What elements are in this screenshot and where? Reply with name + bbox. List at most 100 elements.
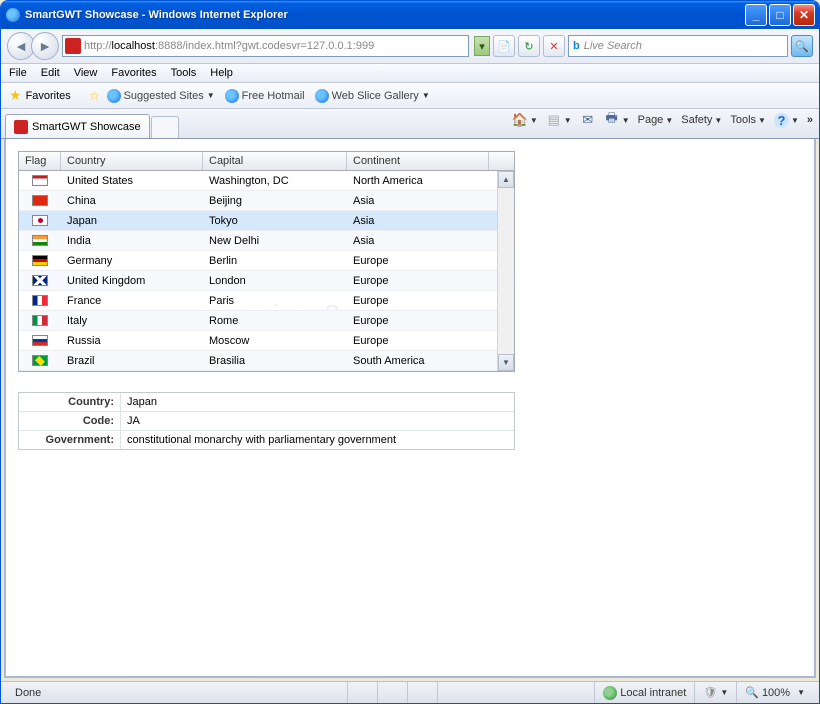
cell-flag: [19, 293, 61, 309]
status-spacer: [437, 682, 594, 703]
cell-country: Russia: [61, 333, 203, 349]
feeds-button[interactable]: ▤▼: [546, 112, 572, 128]
scroll-up-button[interactable]: ▲: [498, 171, 514, 188]
mail-icon: ✉: [580, 112, 596, 128]
help-button[interactable]: ?▼: [774, 113, 799, 128]
flag-icon: [32, 355, 48, 366]
cell-capital: Rome: [203, 313, 347, 329]
col-country[interactable]: Country: [61, 152, 203, 170]
tabs-row: SmartGWT Showcase 🏠▼ ▤▼ ✉ 🖶▼ Page▼ Safet…: [1, 109, 819, 139]
detail-row-country: Country: Japan: [19, 393, 514, 412]
system-buttons: _ □ ✕: [745, 4, 815, 26]
maximize-button[interactable]: □: [769, 4, 791, 26]
table-row[interactable]: ItalyRomeEurope: [19, 311, 514, 331]
cell-continent: Asia: [347, 233, 489, 249]
menu-favorites[interactable]: Favorites: [111, 67, 156, 79]
help-icon: ?: [774, 113, 789, 128]
menu-view[interactable]: View: [74, 67, 98, 79]
minimize-button[interactable]: _: [745, 4, 767, 26]
cell-capital: Moscow: [203, 333, 347, 349]
cell-country: Japan: [61, 213, 203, 229]
flag-icon: [32, 335, 48, 346]
address-dropdown[interactable]: ▾: [474, 36, 490, 56]
cell-capital: Paris: [203, 293, 347, 309]
shield-icon: 🛡: [703, 686, 717, 699]
table-row[interactable]: RussiaMoscowEurope: [19, 331, 514, 351]
col-capital[interactable]: Capital: [203, 152, 347, 170]
cell-flag: [19, 173, 61, 189]
menu-tools[interactable]: Tools: [171, 67, 197, 79]
cell-capital: Tokyo: [203, 213, 347, 229]
print-button[interactable]: 🖶▼: [604, 112, 630, 128]
favorites-label[interactable]: Favorites: [26, 90, 71, 102]
detail-row-code: Code: JA: [19, 412, 514, 431]
table-row[interactable]: BrazilBrasiliaSouth America: [19, 351, 514, 371]
stop-button[interactable]: ✕: [543, 35, 565, 57]
close-button[interactable]: ✕: [793, 4, 815, 26]
tools-menu[interactable]: Tools▼: [730, 114, 766, 126]
titlebar: SmartGWT Showcase - Windows Internet Exp…: [1, 1, 819, 29]
search-box[interactable]: b Live Search: [568, 35, 788, 57]
cell-continent: Asia: [347, 213, 489, 229]
menu-help[interactable]: Help: [210, 67, 233, 79]
scroll-down-button[interactable]: ▼: [498, 354, 514, 371]
cell-continent: Europe: [347, 273, 489, 289]
favorites-bar: ★ Favorites ☆ Suggested Sites▼ Free Hotm…: [1, 83, 819, 109]
table-row[interactable]: United KingdomLondonEurope: [19, 271, 514, 291]
refresh-button[interactable]: ↻: [518, 35, 540, 57]
cell-flag: [19, 333, 61, 349]
table-row[interactable]: United StatesWashington, DCNorth America: [19, 171, 514, 191]
cell-continent: South America: [347, 353, 489, 369]
bing-icon: b: [573, 40, 580, 52]
cell-country: Germany: [61, 253, 203, 269]
tab-smartgwt[interactable]: SmartGWT Showcase: [5, 114, 150, 138]
detail-label-code: Code:: [19, 412, 121, 430]
cell-flag: [19, 313, 61, 329]
forward-button[interactable]: ►: [31, 32, 59, 60]
readmail-button[interactable]: ✉: [580, 112, 596, 128]
site-favicon: [65, 38, 81, 54]
table-row[interactable]: JapanTokyoAsia: [19, 211, 514, 231]
tab-favicon: [14, 120, 28, 134]
zone-icon: [603, 686, 617, 700]
free-hotmail-link[interactable]: Free Hotmail: [222, 88, 308, 104]
menu-edit[interactable]: Edit: [41, 67, 60, 79]
cell-flag: [19, 233, 61, 249]
compat-view-button[interactable]: 📄: [493, 35, 515, 57]
vertical-scrollbar[interactable]: ▲ ▼: [497, 171, 514, 371]
table-row[interactable]: GermanyBerlinEurope: [19, 251, 514, 271]
home-button[interactable]: 🏠▼: [512, 112, 538, 128]
status-text: Done: [7, 682, 347, 703]
cell-capital: Berlin: [203, 253, 347, 269]
cell-country: Italy: [61, 313, 203, 329]
status-seg-empty1: [347, 682, 377, 703]
table-row[interactable]: IndiaNew DelhiAsia: [19, 231, 514, 251]
zoom-control[interactable]: 🔍100%▼: [736, 682, 813, 703]
ie-icon: [315, 89, 329, 103]
menu-file[interactable]: File: [9, 67, 27, 79]
detail-label-country: Country:: [19, 393, 121, 411]
col-flag[interactable]: Flag: [19, 152, 61, 170]
page-menu[interactable]: Page▼: [638, 114, 674, 126]
add-fav-icon[interactable]: ☆: [89, 89, 100, 103]
search-go-button[interactable]: 🔍: [791, 35, 813, 57]
web-slice-link[interactable]: Web Slice Gallery▼: [312, 88, 433, 104]
col-continent[interactable]: Continent: [347, 152, 489, 170]
protected-mode[interactable]: 🛡▼: [694, 682, 736, 703]
suggested-sites-link[interactable]: Suggested Sites▼: [104, 88, 218, 104]
table-row[interactable]: FranceParisEurope: [19, 291, 514, 311]
table-row[interactable]: ChinaBeijingAsia: [19, 191, 514, 211]
favorites-star-icon[interactable]: ★: [9, 87, 22, 104]
nav-toolbar: ◄ ► http://localhost:8888/index.html?gwt…: [1, 29, 819, 64]
safety-menu[interactable]: Safety▼: [681, 114, 722, 126]
cell-flag: [19, 353, 61, 369]
chevron-more[interactable]: »: [807, 114, 813, 126]
new-tab-button[interactable]: [151, 116, 179, 138]
print-icon: 🖶: [604, 112, 620, 128]
menu-bar: File Edit View Favorites Tools Help: [1, 64, 819, 83]
status-seg-empty3: [407, 682, 437, 703]
cell-continent: Europe: [347, 293, 489, 309]
cell-capital: Brasilia: [203, 353, 347, 369]
security-zone[interactable]: Local intranet: [594, 682, 694, 703]
address-bar[interactable]: http://localhost:8888/index.html?gwt.cod…: [62, 35, 469, 57]
